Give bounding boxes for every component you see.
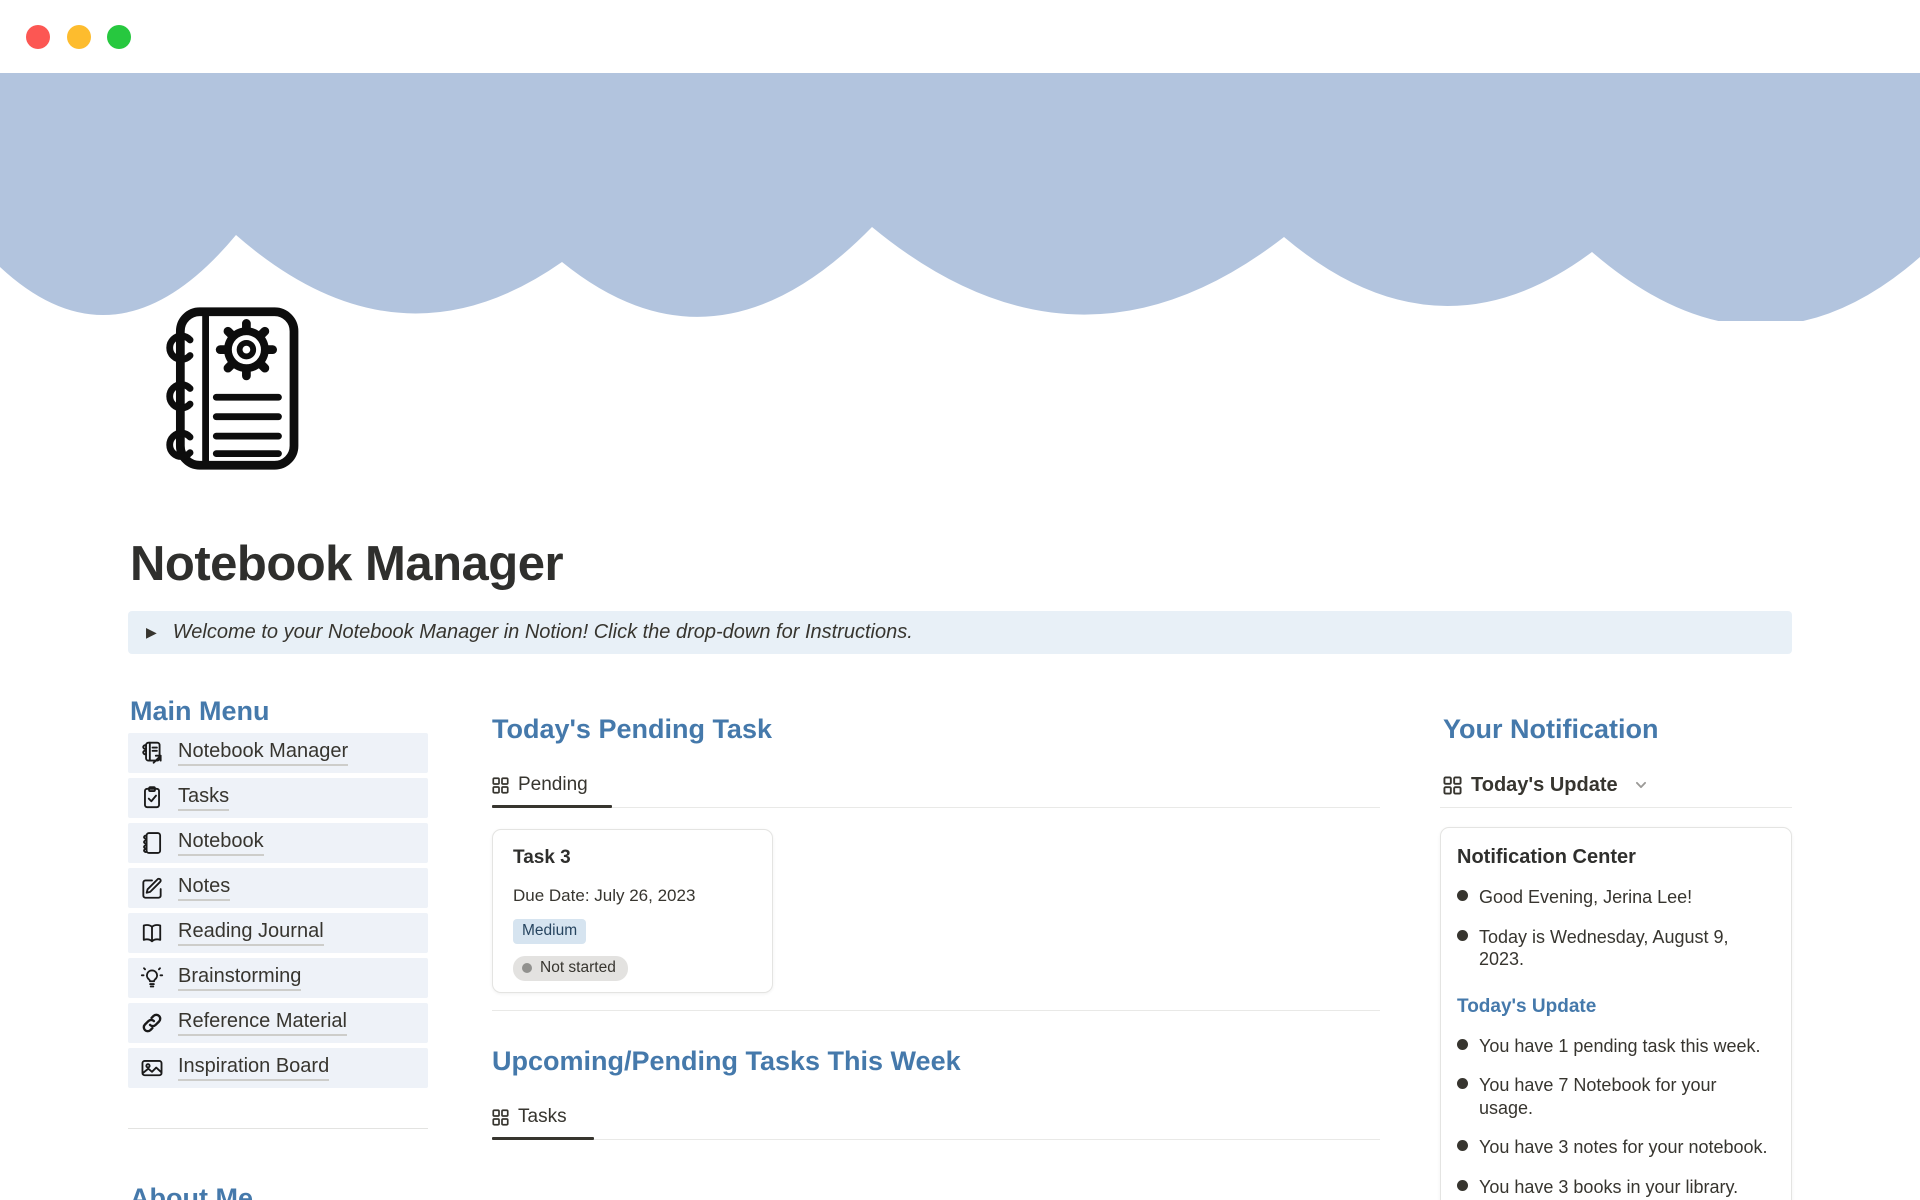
notion-window: Notebook Manager ▶ Welcome to your Noteb… [0,0,1920,1200]
notebook-manager-icon [139,740,165,766]
sidebar-item-notebook[interactable]: Notebook [128,823,428,863]
upcoming-section-heading: Upcoming/Pending Tasks This Week [492,1046,961,1077]
tab-tasks[interactable]: Tasks [492,1100,567,1134]
status-badge-label: Not started [540,959,616,977]
board-view-icon [492,777,509,794]
status-dot-icon [522,963,532,973]
notification-section-heading: Your Notification [1443,714,1659,745]
notification-item: You have 3 books in your library. [1457,1176,1775,1199]
notification-card-title: Notification Center [1457,846,1775,869]
notification-item: You have 1 pending task this week. [1457,1035,1775,1058]
tab-todays-update[interactable]: Today's Update [1443,768,1648,802]
cover-banner[interactable] [0,73,1920,226]
sidebar-item-notebook-manager[interactable]: Notebook Manager [128,733,428,773]
close-window-button[interactable] [26,25,50,49]
notification-tab-divider [1440,807,1792,808]
bullet-icon [1457,1180,1468,1191]
page-title: Notebook Manager [130,536,563,592]
notification-item-text: You have 1 pending task this week. [1479,1035,1761,1058]
pending-section-heading: Today's Pending Task [492,714,772,745]
notification-item: Today is Wednesday, August 9, 2023. [1457,926,1775,971]
tasks-icon [139,785,165,811]
sidebar-item-label: Tasks [178,785,229,811]
instructions-toggle[interactable]: ▶ Welcome to your Notebook Manager in No… [128,611,1792,654]
task-card-title: Task 3 [513,847,752,869]
tab-todays-update-label: Today's Update [1471,774,1618,797]
notification-item: You have 7 Notebook for your usage. [1457,1074,1775,1119]
bullet-icon [1457,1140,1468,1151]
tab-bar-divider [492,1139,1380,1140]
reading-journal-icon [139,920,165,946]
sidebar-item-label: Notebook Manager [178,740,348,766]
callout-text: Welcome to your Notebook Manager in Noti… [173,621,913,644]
board-view-icon [1443,776,1462,795]
notification-item-text: You have 3 notes for your notebook. [1479,1136,1768,1159]
notification-center-card[interactable]: Notification Center Good Evening, Jerina… [1440,827,1792,1200]
sidebar-item-label: Inspiration Board [178,1055,329,1081]
notification-item: You have 3 notes for your notebook. [1457,1136,1775,1159]
sidebar-divider [128,1128,428,1129]
toggle-triangle-icon[interactable]: ▶ [146,624,157,641]
main-menu: Notebook Manager Tasks Notebook Notes [128,733,428,1093]
notification-item-text: Today is Wednesday, August 9, 2023. [1479,926,1775,971]
minimize-window-button[interactable] [67,25,91,49]
sidebar-item-notes[interactable]: Notes [128,868,428,908]
sidebar-item-brainstorming[interactable]: Brainstorming [128,958,428,998]
brainstorming-icon [139,965,165,991]
status-badge[interactable]: Not started [513,956,628,981]
inspiration-board-icon [139,1055,165,1081]
todays-update-subheading: Today's Update [1457,996,1775,1018]
zoom-window-button[interactable] [107,25,131,49]
board-view-icon [492,1109,509,1126]
notification-item: Good Evening, Jerina Lee! [1457,886,1775,909]
page-icon-notebook-gear[interactable] [148,304,304,474]
reference-material-icon [139,1010,165,1036]
gear-icon [220,323,272,375]
tab-bar-divider [492,807,1380,808]
sidebar-item-reading-journal[interactable]: Reading Journal [128,913,428,953]
task-card-due-date: Due Date: July 26, 2023 [513,886,752,906]
notification-item-text: You have 7 Notebook for your usage. [1479,1074,1775,1119]
notification-item-text: You have 3 books in your library. [1479,1176,1738,1199]
notification-item-text: Good Evening, Jerina Lee! [1479,886,1692,909]
sidebar-item-label: Reading Journal [178,920,324,946]
window-titlebar [0,0,1920,73]
bullet-icon [1457,890,1468,901]
notebook-icon [139,830,165,856]
pending-section-bottom-divider [492,1010,1380,1011]
main-menu-heading: Main Menu [130,696,270,727]
sidebar-item-tasks[interactable]: Tasks [128,778,428,818]
task-card[interactable]: Task 3 Due Date: July 26, 2023 Medium No… [492,829,773,993]
tab-pending[interactable]: Pending [492,768,588,802]
tab-pending-active-underline [492,805,612,808]
sidebar-item-label: Notes [178,875,230,901]
chevron-down-icon[interactable] [1634,778,1648,792]
sidebar-item-label: Notebook [178,830,264,856]
tab-pending-label: Pending [518,774,588,796]
about-me-heading: About Me [130,1183,253,1200]
priority-badge[interactable]: Medium [513,919,586,944]
bullet-icon [1457,930,1468,941]
sidebar-item-label: Reference Material [178,1010,347,1036]
sidebar-item-label: Brainstorming [178,965,301,991]
tab-tasks-label: Tasks [518,1106,567,1128]
sidebar-item-inspiration-board[interactable]: Inspiration Board [128,1048,428,1088]
tab-tasks-active-underline [492,1137,594,1140]
bullet-icon [1457,1078,1468,1089]
bullet-icon [1457,1039,1468,1050]
notes-icon [139,875,165,901]
sidebar-item-reference-material[interactable]: Reference Material [128,1003,428,1043]
